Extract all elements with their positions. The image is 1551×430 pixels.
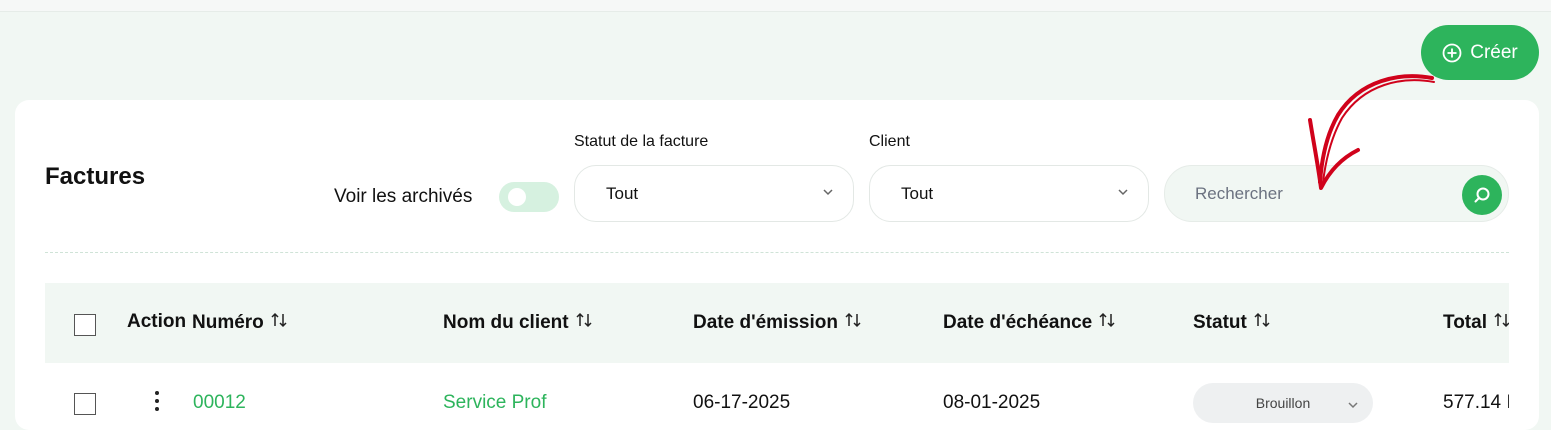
sort-icon[interactable]: [1253, 311, 1271, 335]
status-filter-select[interactable]: Tout: [574, 165, 854, 222]
sort-icon[interactable]: [1098, 311, 1116, 335]
column-header-status-label: Statut: [1193, 312, 1247, 333]
client-filter-select[interactable]: Tout: [869, 165, 1149, 222]
column-header-total-label: Total: [1443, 312, 1487, 333]
client-filter-value: Tout: [901, 183, 934, 203]
column-header-action-label: Action: [127, 311, 187, 332]
column-header-number[interactable]: Numéro: [192, 311, 288, 335]
table-header: Action Numéro Nom du client Date d'émiss…: [45, 283, 1509, 363]
status-badge: Brouillon: [1255, 395, 1311, 411]
plus-circle-icon: [1442, 43, 1462, 62]
create-button-label: Créer: [1470, 41, 1518, 63]
search-input[interactable]: [1195, 180, 1455, 208]
chevron-down-icon: [1348, 402, 1358, 409]
column-header-client[interactable]: Nom du client: [443, 311, 593, 335]
column-header-number-label: Numéro: [192, 312, 264, 333]
sort-icon[interactable]: [844, 311, 862, 335]
column-header-total[interactable]: Total: [1443, 311, 1509, 335]
create-button[interactable]: Créer: [1421, 25, 1539, 80]
status-filter-label: Statut de la facture: [574, 133, 709, 150]
toggle-knob: [508, 188, 526, 206]
kebab-menu-icon[interactable]: [153, 391, 161, 411]
column-header-client-label: Nom du client: [443, 312, 569, 333]
column-header-status[interactable]: Statut: [1193, 311, 1271, 335]
sort-icon[interactable]: [575, 311, 593, 335]
status-filter-value: Tout: [606, 183, 639, 203]
section-divider: [45, 252, 1509, 253]
search-icon: [1474, 187, 1490, 203]
chevron-down-icon: [1118, 189, 1128, 196]
table-row: 00012 Service Prof 06-17-2025 08-01-2025…: [45, 363, 1509, 423]
top-bar: [0, 0, 1551, 12]
column-header-due-date-label: Date d'échéance: [943, 312, 1093, 333]
column-header-action: Action: [127, 311, 186, 333]
status-select[interactable]: Brouillon: [1193, 383, 1373, 423]
archive-toggle-label: Voir les archivés: [334, 186, 473, 207]
search-box: [1164, 165, 1509, 222]
column-header-due-date[interactable]: Date d'échéance: [943, 311, 1116, 335]
column-header-issue-date[interactable]: Date d'émission: [693, 311, 862, 335]
row-checkbox[interactable]: [74, 393, 96, 415]
chevron-down-icon: [823, 189, 833, 196]
select-all-checkbox[interactable]: [74, 314, 96, 336]
search-button[interactable]: [1462, 175, 1502, 215]
sort-icon[interactable]: [270, 311, 288, 335]
column-header-issue-date-label: Date d'émission: [693, 312, 838, 333]
client-filter-label: Client: [869, 133, 910, 150]
page-title: Factures: [45, 163, 146, 190]
sort-icon[interactable]: [1493, 311, 1509, 335]
archive-toggle[interactable]: [499, 182, 559, 212]
